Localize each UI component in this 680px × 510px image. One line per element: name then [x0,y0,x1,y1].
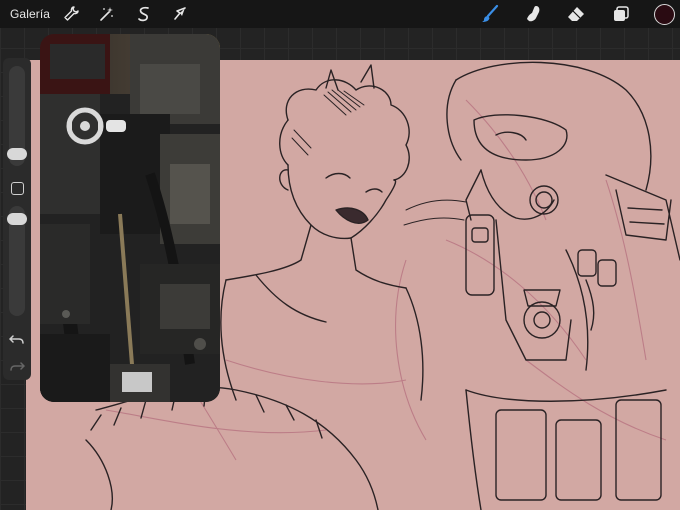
square-modifier-icon[interactable] [11,182,24,195]
magic-wand-icon[interactable] [96,4,116,24]
gallery-button[interactable]: Galería [10,7,50,21]
brush-icon[interactable] [480,4,500,24]
opacity-knob[interactable] [7,213,27,225]
redo-icon[interactable] [9,358,25,374]
brush-sidebar [3,58,31,380]
top-toolbar: Galería [0,0,680,28]
wrench-icon[interactable] [61,4,81,24]
reference-image-panel[interactable] [40,34,220,402]
undo-icon[interactable] [9,331,25,347]
color-swatch[interactable] [654,4,675,25]
layers-icon[interactable] [611,4,631,24]
smudge-finger-icon[interactable] [524,4,544,24]
selection-s-icon[interactable] [134,4,154,24]
eraser-icon[interactable] [566,4,586,24]
arrow-cursor-icon[interactable] [170,4,190,24]
brush-size-knob[interactable] [7,148,27,160]
